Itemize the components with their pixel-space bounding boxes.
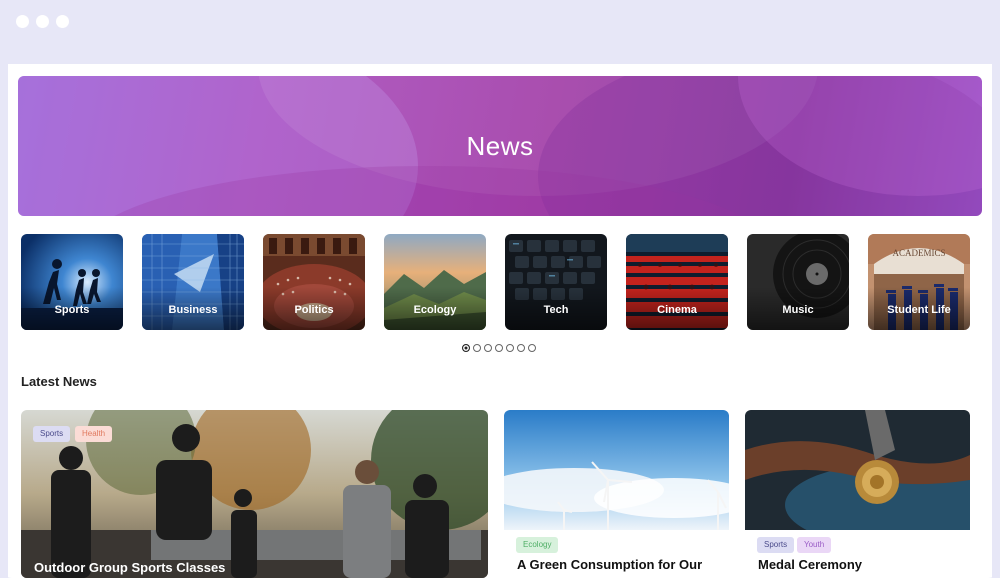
browser-window: News Sports Business Politics Ecology Te…: [0, 0, 1000, 578]
news-card[interactable]: Ecology A Green Consumption for Our: [504, 410, 729, 578]
category-card-tech[interactable]: Tech: [505, 234, 607, 330]
tag-sports[interactable]: Sports: [757, 537, 795, 553]
hero-banner: News: [18, 76, 982, 216]
category-card-cinema[interactable]: Cinema: [626, 234, 728, 330]
category-label: Sports: [54, 304, 90, 316]
news-image: [504, 410, 729, 530]
svg-text:ACADEMICS: ACADEMICS: [892, 248, 945, 258]
section-heading: Latest News: [21, 374, 97, 389]
category-label: Politics: [294, 304, 334, 316]
pagination-dot[interactable]: [462, 344, 470, 352]
window-dot[interactable]: [56, 15, 69, 28]
category-card-music[interactable]: Music: [747, 234, 849, 330]
tag-health[interactable]: Health: [75, 426, 113, 442]
category-label: Student Life: [887, 304, 951, 316]
pagination-dot[interactable]: [506, 344, 514, 352]
carousel-pagination: [462, 344, 542, 354]
page-content: News Sports Business Politics Ecology Te…: [8, 64, 992, 578]
category-label: Tech: [543, 304, 569, 316]
pagination-dot[interactable]: [484, 344, 492, 352]
news-card-featured[interactable]: Sports Health Outdoor Group Sports Class…: [21, 410, 488, 578]
category-label: Cinema: [657, 304, 697, 316]
category-card-ecology[interactable]: Ecology: [384, 234, 486, 330]
news-title[interactable]: A Green Consumption for Our: [517, 557, 702, 572]
pagination-dot[interactable]: [517, 344, 525, 352]
category-carousel: Sports Business Politics Ecology Tech Ci…: [20, 234, 980, 331]
category-card-student-life[interactable]: ACADEMICS Student Life: [868, 234, 970, 330]
category-card-business[interactable]: Business: [142, 234, 244, 330]
category-label: Ecology: [413, 304, 457, 316]
tag-ecology[interactable]: Ecology: [516, 537, 559, 553]
tag-youth[interactable]: Youth: [797, 537, 832, 553]
page-title: News: [466, 131, 534, 161]
category-label: Music: [782, 304, 814, 316]
window-titlebar: [0, 0, 1000, 64]
news-title[interactable]: Medal Ceremony: [758, 557, 862, 572]
news-image: [745, 410, 970, 530]
pagination-dot[interactable]: [528, 344, 536, 352]
window-dot[interactable]: [36, 15, 49, 28]
news-card[interactable]: Sports Youth Medal Ceremony: [745, 410, 970, 578]
category-card-sports[interactable]: Sports: [21, 234, 123, 330]
category-label: Business: [168, 304, 218, 316]
tag-sports[interactable]: Sports: [33, 426, 71, 442]
category-card-politics[interactable]: Politics: [263, 234, 365, 330]
news-title[interactable]: Outdoor Group Sports Classes: [34, 560, 225, 575]
pagination-dot[interactable]: [473, 344, 481, 352]
pagination-dot[interactable]: [495, 344, 503, 352]
window-dot[interactable]: [16, 15, 29, 28]
